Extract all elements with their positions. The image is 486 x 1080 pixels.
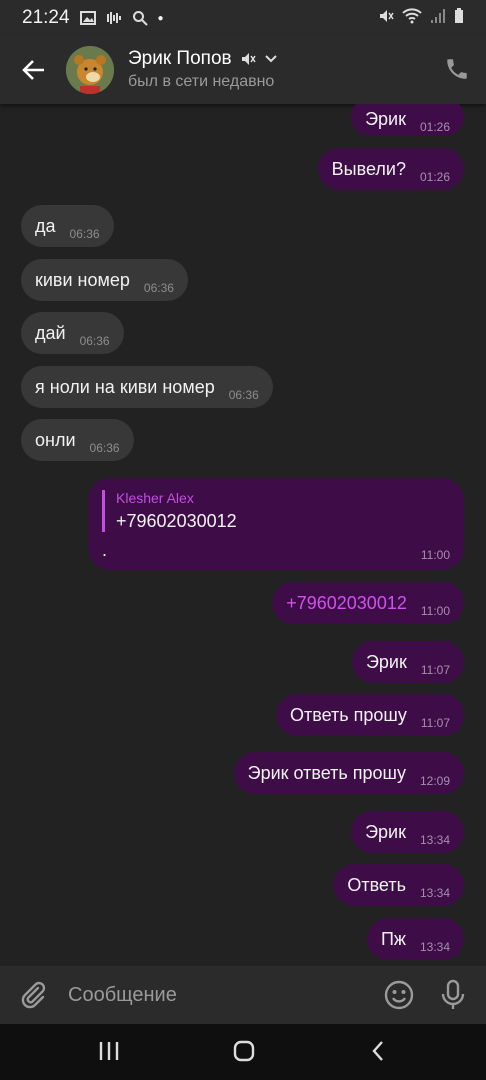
microphone-icon[interactable] — [440, 979, 466, 1011]
message-text: я ноли на киви номер — [35, 377, 215, 397]
mute-status-icon — [380, 10, 394, 22]
message-text: Вывели? — [331, 159, 406, 179]
message-time: 11:07 — [420, 663, 450, 677]
message-text: дай — [35, 323, 66, 343]
contact-name-row[interactable]: Эрик Попов — [128, 48, 278, 70]
message-bubble[interactable]: Эрик 13:34 — [351, 811, 464, 853]
message-time: 11:00 — [420, 548, 450, 562]
message-text: да — [35, 216, 56, 236]
back-nav-icon — [372, 1041, 383, 1061]
message-composer: Сообщение — [0, 966, 486, 1024]
message-text: онли — [35, 430, 76, 450]
bear-avatar-icon — [66, 46, 114, 94]
back-button[interactable] — [370, 1040, 386, 1067]
message-bubble[interactable]: Пж 13:34 — [366, 918, 464, 960]
message-text: . — [102, 540, 108, 560]
message-time: 06:36 — [69, 227, 100, 241]
message-time: 01:26 — [419, 120, 450, 134]
home-icon — [233, 1040, 255, 1062]
message-time: 01:26 — [419, 170, 450, 184]
muted-icon — [241, 53, 256, 65]
contact-name: Эрик Попов — [128, 48, 232, 69]
message-text: Эрик ответь прошу — [247, 763, 406, 783]
contact-status: был в сети недавно — [128, 73, 275, 90]
chevron-down-icon — [264, 55, 277, 63]
message-bubble[interactable]: дай 06:36 — [21, 312, 124, 354]
message-time: 11:00 — [420, 604, 450, 618]
recent-apps-button[interactable] — [98, 1040, 120, 1067]
message-text: Пж — [380, 929, 406, 949]
message-bubble[interactable]: Ответь 13:34 — [333, 864, 464, 906]
reply-author[interactable]: Klesher Alex — [116, 490, 194, 506]
message-time: 06:36 — [143, 281, 174, 295]
wifi-icon — [402, 8, 422, 24]
home-button[interactable] — [232, 1040, 256, 1067]
phone-link[interactable]: +79602030012 — [286, 593, 407, 613]
message-bubble[interactable]: Эрик ответь прошу 12:09 — [233, 752, 464, 794]
chat-header: Эрик Попов был в сети недавно — [0, 36, 486, 104]
message-bubble[interactable]: я ноли на киви номер 06:36 — [21, 366, 273, 408]
attach-icon[interactable] — [18, 980, 48, 1010]
signal-icon — [431, 9, 445, 23]
message-bubble[interactable]: Вывели? 01:26 — [317, 148, 464, 190]
message-text: киви номер — [35, 270, 130, 290]
back-arrow-icon[interactable] — [18, 54, 50, 86]
message-time: 06:36 — [228, 388, 259, 402]
message-bubble[interactable]: Ответь прошу 11:07 — [276, 694, 464, 736]
battery-icon — [455, 8, 463, 23]
reply-quote-bar — [102, 490, 105, 532]
message-time: 12:09 — [419, 774, 450, 788]
gallery-icon — [79, 11, 96, 25]
message-bubble[interactable]: Эрик 01:26 — [351, 104, 464, 136]
message-text: Эрик — [365, 822, 406, 842]
message-bubble[interactable]: онли 06:36 — [21, 419, 134, 461]
status-bar: 21:24 ● — [0, 0, 486, 36]
message-text: Ответь — [347, 875, 406, 895]
message-list[interactable]: Эрик 01:26 Вывели? 01:26 да 06:36 киви номе… — [0, 104, 486, 966]
message-text: Эрик — [365, 652, 407, 672]
status-time: 21:24 — [22, 7, 70, 28]
message-input[interactable]: Сообщение — [68, 984, 177, 1007]
system-nav-bar — [0, 1024, 486, 1080]
message-text: Ответь прошу — [290, 705, 407, 725]
message-bubble[interactable]: да 06:36 — [21, 205, 114, 247]
message-time: 13:34 — [419, 833, 450, 847]
message-bubble[interactable]: киви номер 06:36 — [21, 259, 188, 301]
reply-quoted-text[interactable]: +79602030012 — [116, 511, 237, 532]
message-time: 13:34 — [419, 886, 450, 900]
reply-message-bubble[interactable]: Klesher Alex +79602030012 . 11:00 — [88, 478, 464, 570]
avatar[interactable] — [66, 46, 114, 94]
message-time: 13:34 — [419, 940, 450, 954]
message-text: Эрик — [365, 109, 406, 129]
message-time: 06:36 — [89, 441, 120, 455]
voicemail-icon — [106, 12, 121, 24]
search-status-icon — [132, 11, 148, 26]
message-time: 06:36 — [79, 334, 110, 348]
emoji-icon[interactable] — [383, 979, 415, 1011]
notification-dot-icon: ● — [157, 12, 164, 24]
recent-apps-icon — [99, 1042, 119, 1060]
message-time: 11:07 — [420, 716, 450, 730]
message-bubble[interactable]: +79602030012 11:00 — [272, 582, 464, 624]
phone-icon[interactable] — [444, 56, 470, 82]
message-bubble[interactable]: Эрик 11:07 — [351, 641, 464, 683]
